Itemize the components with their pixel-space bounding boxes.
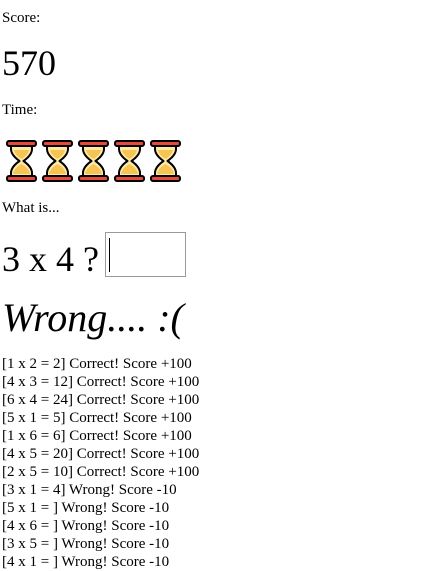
time-label: Time: [2, 102, 38, 118]
history-item: [2 x 5 = 10] Correct! Score +100 [2, 464, 200, 480]
history-item: [1 x 6 = 6] Correct! Score +100 [2, 428, 192, 444]
hourglass-icon [42, 140, 73, 182]
question-row: 3 x 4 ? [2, 232, 186, 284]
history-item: [4 x 5 = 20] Correct! Score +100 [2, 446, 200, 462]
timer-hourglasses [5, 140, 182, 182]
history-item: [1 x 2 = 2] Correct! Score +100 [2, 356, 192, 372]
answer-input[interactable] [104, 232, 186, 277]
history-item: [5 x 1 = 5] Correct! Score +100 [2, 410, 192, 426]
history-item: [4 x 6 = ] Wrong! Score -10 [2, 518, 170, 534]
history-item: [6 x 4 = 24] Correct! Score +100 [2, 392, 200, 408]
hourglass-icon [114, 140, 145, 182]
text-caret [108, 238, 110, 272]
hourglass-icon [6, 140, 37, 182]
question-label: What is... [2, 200, 60, 216]
score-value: 570 [2, 43, 56, 83]
hourglass-icon [78, 140, 109, 182]
hourglass-icon [150, 140, 181, 182]
history-item: [3 x 1 = 4] Wrong! Score -10 [2, 482, 177, 498]
history-item: [4 x 1 = ] Wrong! Score -10 [2, 554, 170, 570]
history-item: [5 x 1 = ] Wrong! Score -10 [2, 500, 170, 516]
history-item: [4 x 3 = 12] Correct! Score +100 [2, 374, 200, 390]
answer-history-list: [1 x 2 = 2] Correct! Score +100 [4 x 3 = … [2, 355, 199, 571]
feedback-message: Wrong.... :( [2, 295, 184, 340]
score-label: Score: [2, 10, 41, 26]
question-text: 3 x 4 ? [2, 239, 99, 279]
history-item: [3 x 5 = ] Wrong! Score -10 [2, 536, 170, 552]
